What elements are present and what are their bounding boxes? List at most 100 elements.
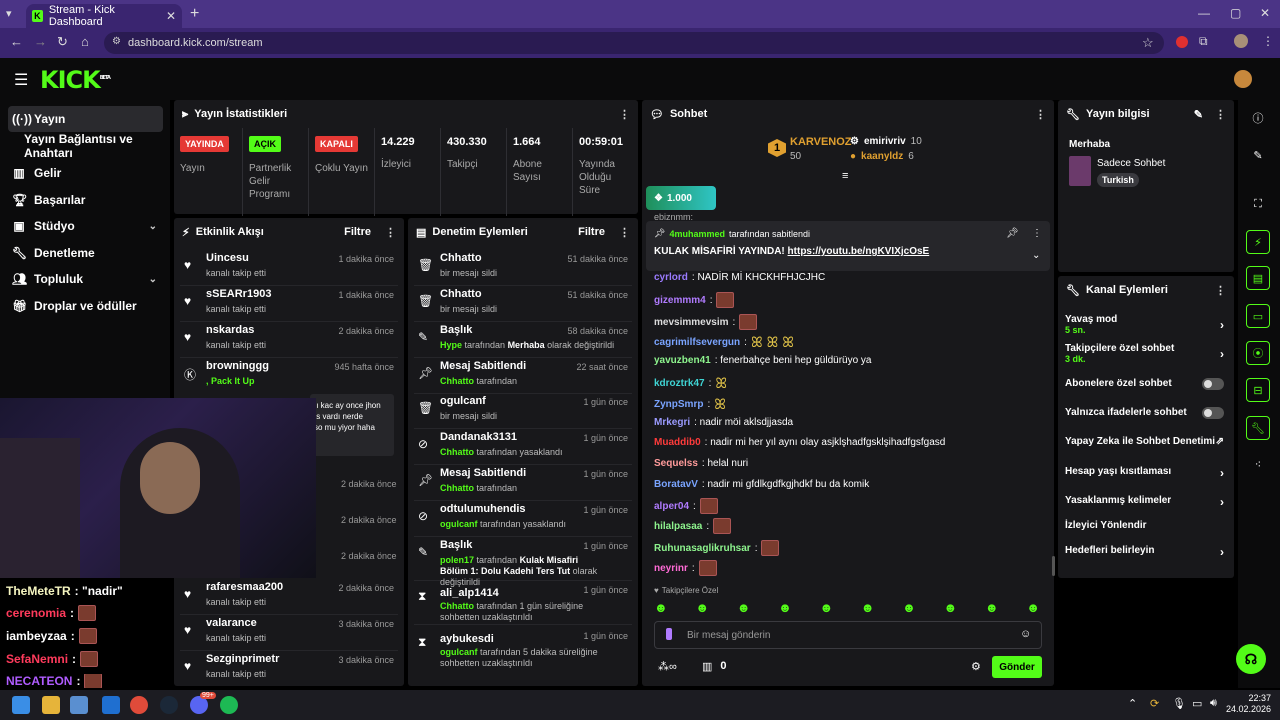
- chat-message[interactable]: hilalpasaa:: [654, 518, 732, 534]
- reload-icon[interactable]: ↻: [57, 34, 68, 50]
- sidebar-item-topluluk[interactable]: 👥︎ Topluluk ⌄: [8, 266, 163, 292]
- activity-row[interactable]: Ⓚbrowninggg, Pack It Up 945 hafta önce: [180, 358, 398, 394]
- network-icon[interactable]: ▭: [1192, 697, 1202, 710]
- broadcast-icon[interactable]: ⦿: [1246, 341, 1270, 365]
- moderation-row[interactable]: 📌︎ Mesaj Sabitlendi Chhatto tarafından 1 gü…: [414, 465, 632, 501]
- moderation-row[interactable]: ⧗ ali_alp1414 Chhatto tarafından 1 gün sür…: [414, 581, 632, 625]
- top-gifter-name[interactable]: KARVENOZ: [790, 136, 852, 148]
- sidebar-item-droplar[interactable]: 🎁︎ Droplar ve ödüller: [8, 293, 163, 319]
- microphone-icon[interactable]: 🎙︎: [1172, 697, 1186, 710]
- chat-message[interactable]: cyrlord: NADİR Mİ KHCKHFHJCJHC: [654, 272, 825, 283]
- tray-chevron-icon[interactable]: ⌃: [1128, 697, 1137, 710]
- gifter-row[interactable]: ⚙ emirivriv 10: [850, 136, 922, 147]
- subscribers-only-action[interactable]: Abonelere özel sohbet: [1065, 378, 1230, 390]
- activity-row[interactable]: ♥ nskardas kanalı takip etti 2 dakika önce: [180, 322, 398, 358]
- moderation-row[interactable]: ⊘ odtulumuhendis ogulcanf tarafından yasak…: [414, 501, 632, 537]
- more-icon[interactable]: ⋮: [1215, 284, 1226, 297]
- chat-message[interactable]: yavuzben41: fenerbahçe beni hep güldürüy…: [654, 355, 872, 366]
- chat-identity-icon[interactable]: [666, 628, 672, 640]
- browser-menu-icon[interactable]: ⋮: [1262, 34, 1274, 48]
- bookmark-star-icon[interactable]: ☆: [1142, 35, 1154, 51]
- kick-logo[interactable]: KICKBETA: [40, 66, 111, 94]
- wrench-icon[interactable]: 🔧︎: [1246, 416, 1270, 440]
- info-icon[interactable]: ⓘ: [1246, 106, 1270, 130]
- spotify-icon[interactable]: [220, 696, 238, 714]
- moderation-row[interactable]: 🗑︎ ogulcanf bir mesajı sildi 1 gün önce: [414, 393, 632, 429]
- store-icon[interactable]: [70, 696, 88, 714]
- chat-input[interactable]: Bir mesaj gönderin: [654, 621, 1042, 649]
- tab-close-icon[interactable]: ✕: [166, 9, 176, 23]
- emotes-only-action[interactable]: Yalnızca ifadelerle sohbet: [1065, 407, 1230, 419]
- filter-button[interactable]: Filtre: [578, 226, 605, 238]
- tab-search-icon[interactable]: ▾: [6, 7, 12, 20]
- chat-message[interactable]: Ruhunasaglikruhsar:: [654, 540, 780, 556]
- activity-row[interactable]: ♥ sSEARr1903 kanalı takip etti 1 dakika önc…: [180, 286, 398, 322]
- user-avatar[interactable]: [1234, 70, 1252, 88]
- points-icon[interactable]: ⁂∞: [658, 660, 677, 673]
- new-tab-icon[interactable]: +: [190, 5, 199, 23]
- activity-row[interactable]: ♥ Sezginprimetr kanalı takip etti 3 dakika …: [180, 651, 398, 687]
- chat-bubble-icon[interactable]: ▭: [1246, 304, 1270, 328]
- unpin-icon[interactable]: 📌︎: [1006, 228, 1019, 239]
- windows-start-icon[interactable]: [12, 696, 30, 714]
- extensions-puzzle-icon[interactable]: ⧉: [1199, 34, 1208, 49]
- chat-message[interactable]: Muaddib0: nadir mi her yıl aynı olay asj…: [654, 437, 945, 448]
- help-support-icon[interactable]: ☊: [1236, 644, 1266, 674]
- chevron-down-icon[interactable]: ⌄: [1032, 250, 1040, 261]
- raid-action[interactable]: İzleyici Yönlendir: [1065, 520, 1230, 531]
- browser-tab[interactable]: K Stream - Kick Dashboard ✕: [26, 4, 182, 28]
- document-icon[interactable]: ▤: [1246, 266, 1270, 290]
- sidebar-item-studyo[interactable]: ▣ Stüdyo ⌄: [8, 213, 163, 239]
- chat-scrollbar[interactable]: [1052, 556, 1055, 576]
- more-icon[interactable]: ⋮: [619, 226, 630, 239]
- leaderboard-toggle-icon[interactable]: ≡: [842, 170, 848, 182]
- fullscreen-icon[interactable]: ⛶: [1246, 192, 1270, 216]
- maximize-icon[interactable]: ▢: [1230, 6, 1241, 20]
- chrome-icon[interactable]: [130, 696, 148, 714]
- banned-words-action[interactable]: Yasaklanmış kelimeler ›: [1065, 495, 1230, 509]
- address-bar[interactable]: dashboard.kick.com/stream: [104, 32, 1164, 54]
- volume-icon[interactable]: 🔊︎: [1210, 697, 1217, 710]
- clock[interactable]: 22:37 24.02.2026: [1226, 693, 1271, 715]
- chat-message[interactable]: Mrkegri: nadir möi aklsdjjasda: [654, 417, 793, 428]
- activity-row[interactable]: ♥ valarance kanalı takip etti 3 dakika önce: [180, 615, 398, 651]
- filter-button[interactable]: Filtre: [344, 226, 371, 238]
- file-explorer-icon[interactable]: [42, 696, 60, 714]
- chat-message[interactable]: gizemmm4:: [654, 292, 735, 308]
- chat-message[interactable]: Sequelss: helal nuri: [654, 458, 748, 469]
- rewards-store[interactable]: ▥ 0: [702, 660, 727, 673]
- chat-message[interactable]: ZynpSmrp: ꕤ: [654, 396, 726, 413]
- more-icon[interactable]: ⋮: [619, 108, 630, 121]
- moderation-row[interactable]: ✎ Başlık polen17 tarafından Kulak Misafiri…: [414, 537, 632, 587]
- activity-row[interactable]: ♥ Uincesu kanalı takip etti 1 dakika önce: [180, 250, 398, 286]
- followers-only-action[interactable]: Takipçilere özel sohbet 3 dk. ›: [1065, 343, 1230, 364]
- steam-icon[interactable]: [160, 696, 178, 714]
- edit-icon[interactable]: ✎: [1246, 143, 1270, 167]
- slow-mode-action[interactable]: Yavaş mod 5 sn. ›: [1065, 314, 1230, 335]
- kicks-goal-bar[interactable]: ❖ 1.000: [646, 186, 716, 210]
- more-icon[interactable]: ⋮: [1215, 108, 1226, 121]
- sidebar-item-stream-key[interactable]: Yayın Bağlantısı ve Anahtarı: [8, 132, 163, 160]
- moderation-row[interactable]: ✎ Başlık Hype tarafından Merhaba olarak de…: [414, 322, 632, 358]
- moderation-row[interactable]: 📌︎ Mesaj Sabitlendi Chhatto tarafından 22 s…: [414, 358, 632, 394]
- window-close-icon[interactable]: ✕: [1260, 6, 1270, 20]
- chat-message[interactable]: neyrinr:: [654, 560, 717, 576]
- pinned-link[interactable]: https://youtu.be/ngKVIXjcOsE: [788, 246, 930, 257]
- hamburger-menu-icon[interactable]: ☰: [14, 70, 28, 90]
- back-icon[interactable]: ←: [10, 34, 23, 49]
- moderation-row[interactable]: 🗑︎ Chhatto bir mesajı sildi 51 dakika önce: [414, 286, 632, 322]
- moderation-row[interactable]: 🗑︎ Chhatto bir mesajı sildi 51 dakika önce: [414, 250, 632, 286]
- sidebar-item-gelir[interactable]: ▥ Gelir: [8, 160, 163, 186]
- ai-moderation-action[interactable]: Yapay Zeka ile Sohbet Denetimi ⇗: [1065, 436, 1230, 447]
- more-apps-icon[interactable]: ⁖: [1246, 452, 1270, 476]
- chat-message[interactable]: BoratavV: nadir mi gfdlkgdfkgjhdkf bu da…: [654, 479, 869, 490]
- emoji-icon[interactable]: ☺: [1020, 628, 1031, 640]
- site-info-icon[interactable]: ⚙: [112, 36, 121, 47]
- home-icon[interactable]: ⌂: [81, 34, 89, 49]
- subscribers-only-toggle[interactable]: [1202, 378, 1224, 390]
- tray-app-icon[interactable]: ⟳: [1150, 697, 1159, 710]
- sidebar-item-basarilar[interactable]: 🏆︎ Başarılar: [8, 187, 163, 213]
- activity-row[interactable]: ♥ rafaresmaa200 kanalı takip etti 2 dakika …: [180, 579, 398, 615]
- quick-emote-bar[interactable]: ☻ ☻ ☻ ☻ ☻ ☻ ☻ ☻ ☻ ☻: [654, 600, 1040, 615]
- edit-icon[interactable]: ✎: [1194, 108, 1203, 121]
